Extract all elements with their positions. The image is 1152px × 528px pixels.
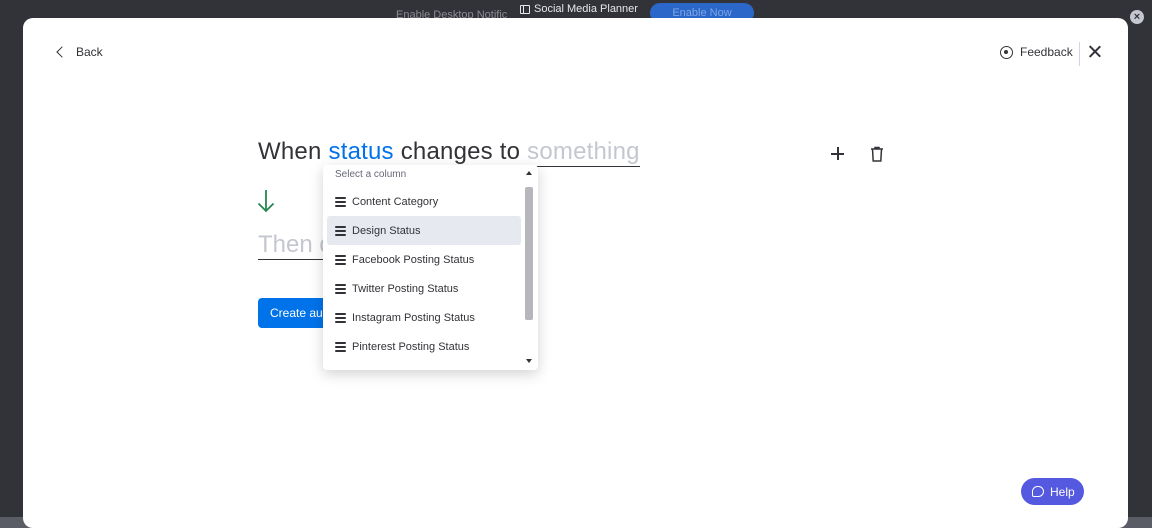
board-title: Social Media Planner (520, 3, 638, 15)
back-label: Back (76, 45, 103, 59)
dropdown-option-label: Content Category (352, 195, 439, 208)
dropdown-option-label: Pinterest Posting Status (352, 340, 470, 353)
help-button[interactable]: Help (1021, 478, 1084, 505)
dropdown-option-label: Design Status (352, 224, 421, 237)
board-title-text: Social Media Planner (534, 3, 638, 15)
scroll-down-icon[interactable] (526, 359, 532, 363)
close-icon[interactable] (1087, 44, 1103, 60)
status-column-icon (335, 196, 346, 207)
status-column-icon (335, 312, 346, 323)
status-column-icon (335, 254, 346, 265)
trigger-middle: changes to (400, 138, 521, 165)
back-button[interactable]: Back (55, 45, 103, 59)
dropdown-option-label: Instagram Posting Status (352, 311, 475, 324)
scroll-thumb[interactable] (525, 187, 533, 320)
header-divider (1079, 42, 1080, 66)
dropdown-option-label: Facebook Posting Status (352, 253, 475, 266)
feedback-button[interactable]: Feedback (1000, 45, 1073, 59)
dropdown-scrollbar[interactable] (523, 165, 536, 370)
feedback-icon (1000, 45, 1013, 59)
dropdown-option[interactable]: Twitter Posting Status (327, 274, 521, 303)
trigger-value-field[interactable]: something (527, 138, 640, 167)
scroll-up-icon[interactable] (526, 171, 532, 175)
trigger-column-field[interactable]: status (328, 138, 394, 167)
trigger-prefix: When (258, 138, 322, 165)
column-select-dropdown: Select a column Content Category Design … (323, 165, 538, 370)
chevron-left-icon (56, 46, 68, 58)
status-column-icon (335, 225, 346, 236)
dropdown-header: Select a column (335, 169, 407, 180)
help-label: Help (1050, 484, 1075, 499)
arrow-down-icon (257, 190, 275, 213)
status-column-icon (335, 341, 346, 352)
dropdown-option[interactable]: Pinterest Posting Status (327, 332, 521, 361)
status-column-icon (335, 283, 346, 294)
board-icon (520, 4, 530, 14)
automation-modal: Back Feedback When status changes to som… (23, 18, 1128, 528)
plus-icon[interactable] (830, 146, 846, 162)
feedback-label: Feedback (1020, 45, 1073, 59)
dropdown-option-label: Twitter Posting Status (352, 282, 459, 295)
dropdown-option[interactable]: Instagram Posting Status (327, 303, 521, 332)
trash-icon[interactable] (870, 146, 884, 162)
dropdown-option[interactable]: Content Category (327, 187, 521, 216)
help-icon (1032, 486, 1044, 497)
dropdown-option[interactable]: Design Status (327, 216, 521, 245)
close-outer-icon[interactable]: × (1130, 10, 1144, 24)
dropdown-option[interactable]: Facebook Posting Status (327, 245, 521, 274)
trigger-sentence: When status changes to something (258, 138, 640, 167)
dropdown-list: Content Category Design Status Facebook … (327, 187, 521, 361)
